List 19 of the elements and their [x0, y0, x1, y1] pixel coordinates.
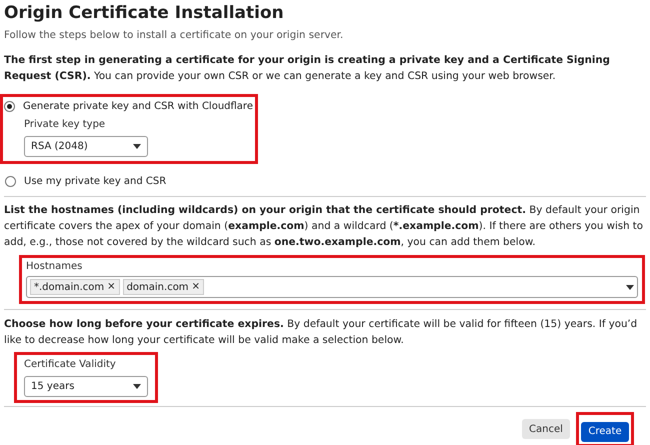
cancel-button[interactable]: Cancel — [522, 419, 570, 440]
radio-option[interactable]: Use my private key and CSR — [5, 174, 646, 189]
page-title: Origin Certificate Installation — [4, 2, 285, 24]
hostnames-paragraph: List the hostnames (including wildcards) on your origin that the certificate should protect. By default your origin certificate covers the apex of your domain (example.com) and a wildcard (*.example.com). If there are others you wish to add, e.g., those not covered by the wildcard such as one.two.example.com, you can add them below. — [4, 204, 644, 250]
field-label: Hostnames — [26, 260, 84, 273]
remove-tag-button[interactable]: × — [107, 282, 116, 292]
select-field[interactable]: RSA (2048) — [24, 136, 148, 157]
hostnames-field[interactable]: *.domain.com × domain.com × — [26, 276, 638, 298]
select-field[interactable]: 15 years — [24, 376, 148, 397]
field-label: Private key type — [24, 118, 106, 131]
radio-option[interactable]: Generate private key and CSR with Cloudflare — [4, 99, 251, 114]
remove-tag-button[interactable]: × — [192, 282, 200, 292]
validity-paragraph: Choose how long before your certificate expires. By default your certificate will be valid for fifteen (15) years. If you’d like to decrease how long your certificate will be valid make a selection below. — [4, 318, 638, 348]
intro-paragraph: The first step in generating a certificate for your origin is creating a private key and a Certificate Signing Request (CSR). You can provide your own CSR or we can generate a key and CSR using your web browser. — [4, 54, 611, 84]
create-button[interactable]: Create — [581, 422, 629, 442]
hostname-tag: domain.com × — [122, 279, 204, 295]
hostname-tag: *.domain.com × — [30, 279, 120, 295]
field-label: Certificate Validity — [24, 358, 117, 371]
page-subtitle: Follow the steps below to install a certificate on your origin server. — [4, 29, 344, 43]
